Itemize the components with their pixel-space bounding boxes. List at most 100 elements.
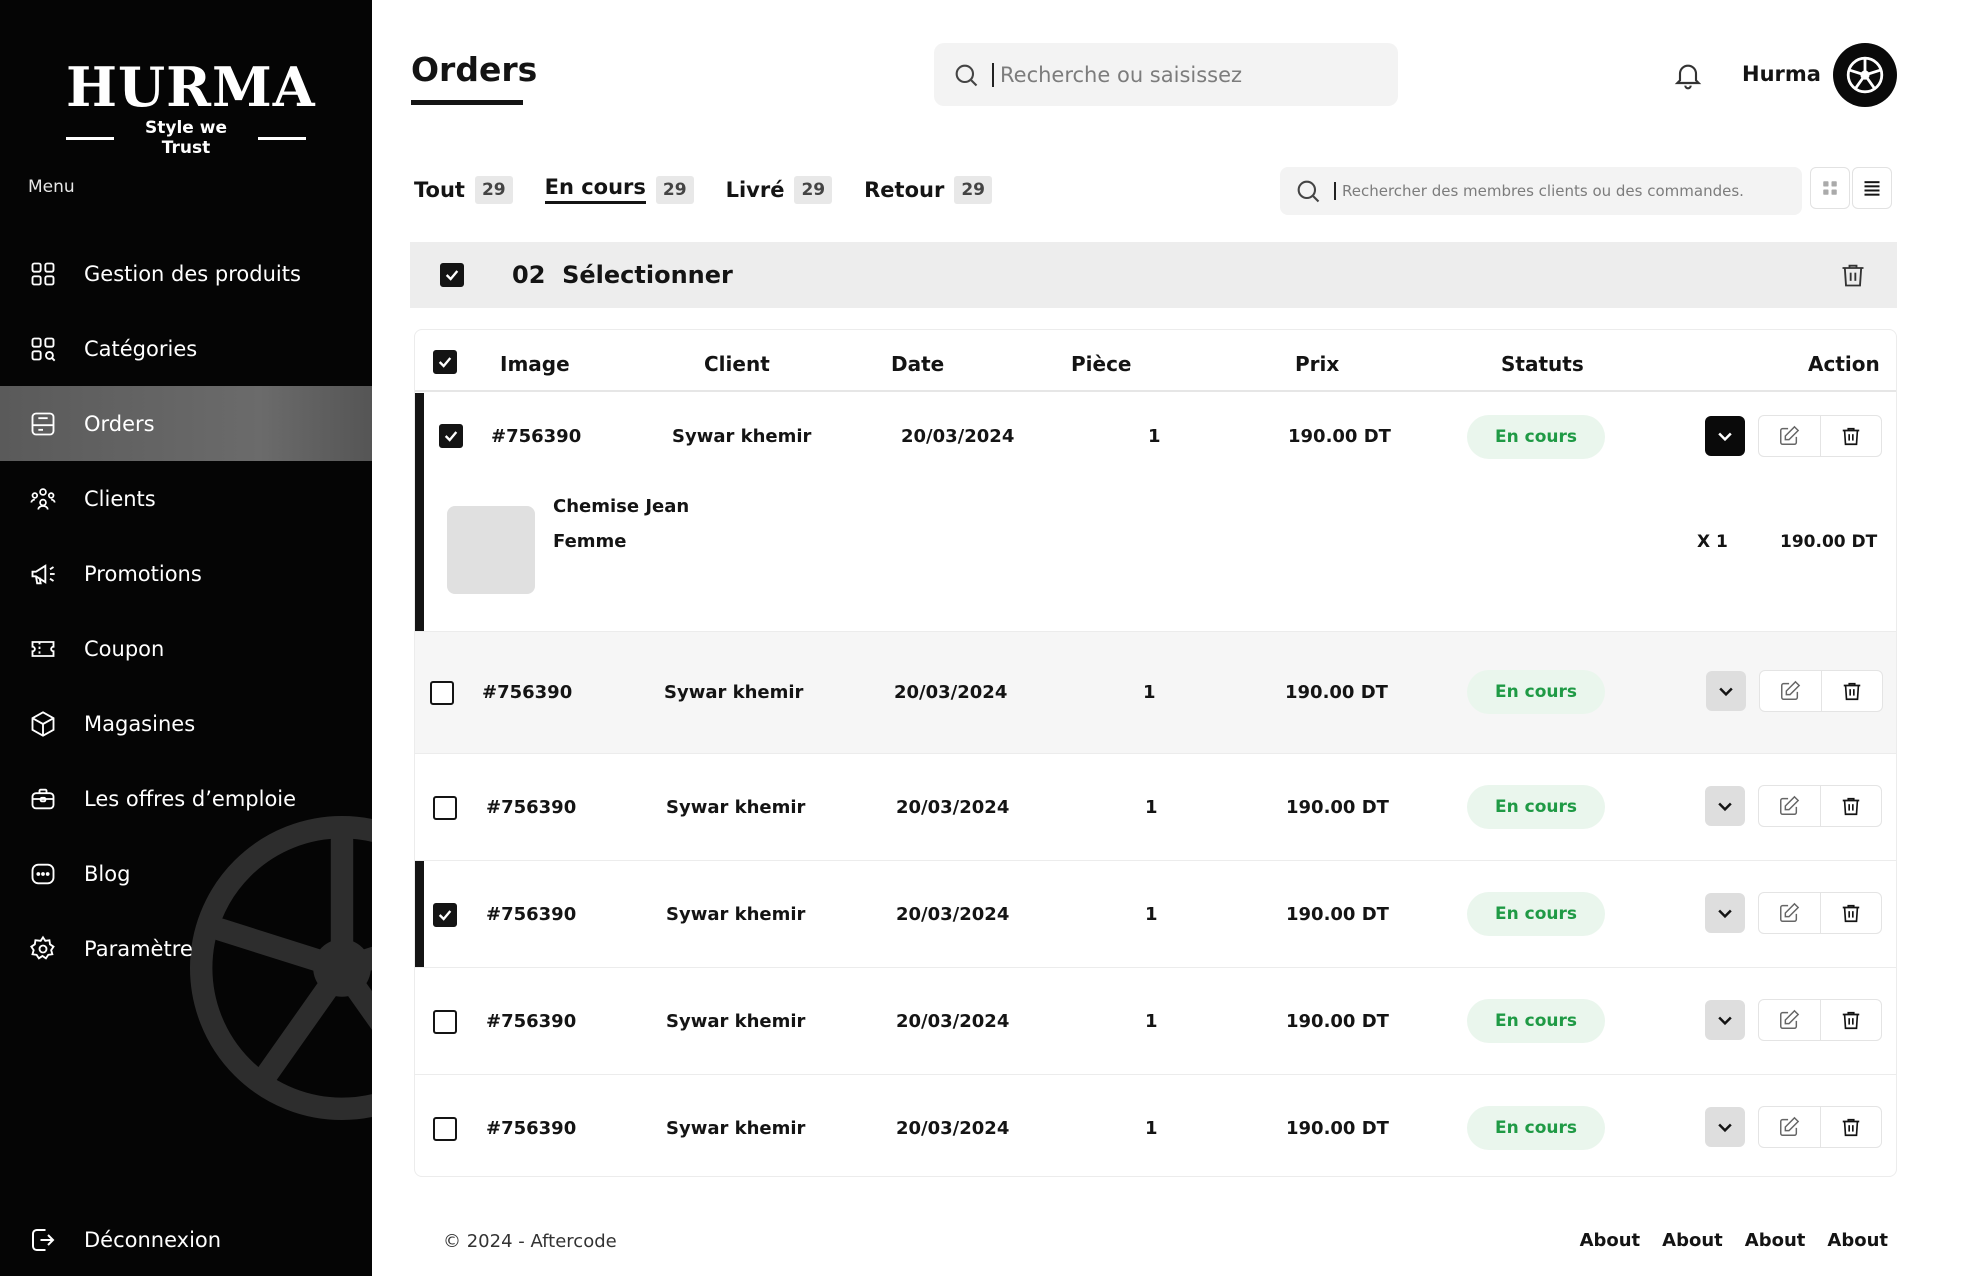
sidebar-item-label: Blog bbox=[84, 861, 131, 886]
orders-search[interactable] bbox=[1280, 167, 1802, 215]
edit-icon bbox=[1780, 425, 1800, 445]
row-checkbox[interactable] bbox=[430, 681, 454, 705]
row-actions bbox=[1758, 892, 1882, 934]
expand-button[interactable] bbox=[1705, 786, 1745, 826]
delete-button[interactable] bbox=[1819, 1107, 1881, 1147]
row-checkbox[interactable] bbox=[433, 903, 457, 927]
column-header[interactable]: Action bbox=[1808, 352, 1880, 376]
sidebar-item-clients[interactable]: Clients bbox=[0, 461, 372, 536]
delete-button[interactable] bbox=[1819, 893, 1881, 933]
sidebar-item-jobs[interactable]: Les offres d’emploie bbox=[0, 761, 372, 836]
user-name[interactable]: Hurma bbox=[1742, 62, 1821, 86]
sidebar-item-products[interactable]: Gestion des produits bbox=[0, 236, 372, 311]
expand-button[interactable] bbox=[1705, 1107, 1745, 1147]
edit-button[interactable] bbox=[1760, 671, 1821, 711]
sidebar-item-orders[interactable]: Orders bbox=[0, 386, 372, 461]
table-row[interactable]: #756390 Sywar khemir 20/03/2024 1 190.00… bbox=[415, 1075, 1896, 1177]
sidebar-item-label: Catégories bbox=[84, 336, 198, 361]
sidebar-item-stores[interactable]: Magasines bbox=[0, 686, 372, 761]
expand-button[interactable] bbox=[1705, 893, 1745, 933]
table-row[interactable]: #756390 Sywar khemir 20/03/2024 1 190.00… bbox=[415, 754, 1896, 861]
chat-icon bbox=[28, 859, 58, 889]
orders-search-input[interactable] bbox=[1334, 182, 1774, 200]
orders-icon bbox=[28, 409, 58, 439]
order-id[interactable]: #756390 bbox=[482, 682, 572, 703]
sidebar-nav: Gestion des produits Catégories Orders C… bbox=[0, 236, 372, 986]
edit-button[interactable] bbox=[1759, 1000, 1820, 1040]
order-price: 190.00 DT bbox=[1286, 904, 1389, 925]
list-view-button[interactable] bbox=[1852, 167, 1892, 209]
tab-returns[interactable]: Retour 29 bbox=[864, 175, 992, 204]
order-price: 190.00 DT bbox=[1285, 682, 1388, 703]
client-name: Sywar khemir bbox=[666, 1118, 806, 1139]
order-qty: 1 bbox=[1145, 797, 1158, 818]
delete-button[interactable] bbox=[1819, 1000, 1881, 1040]
column-header[interactable]: Prix bbox=[1295, 352, 1339, 376]
table-row[interactable]: #756390 Sywar khemir 20/03/2024 1 190.00… bbox=[415, 632, 1896, 754]
sidebar-item-promotions[interactable]: Promotions bbox=[0, 536, 372, 611]
column-header[interactable]: Image bbox=[500, 352, 570, 376]
order-price: 190.00 DT bbox=[1286, 1118, 1389, 1139]
brand-logo[interactable]: HURMA Style we Trust bbox=[66, 58, 315, 158]
global-search-input[interactable] bbox=[992, 62, 1372, 87]
grid-view-button[interactable] bbox=[1810, 167, 1850, 209]
row-actions bbox=[1759, 670, 1883, 712]
sidebar-item-coupon[interactable]: Coupon bbox=[0, 611, 372, 686]
row-checkbox[interactable] bbox=[433, 1010, 457, 1034]
global-search[interactable] bbox=[934, 43, 1398, 106]
order-id[interactable]: #756390 bbox=[491, 426, 581, 447]
order-id[interactable]: #756390 bbox=[486, 1011, 576, 1032]
expand-button[interactable] bbox=[1705, 416, 1745, 456]
order-id[interactable]: #756390 bbox=[486, 904, 576, 925]
check-icon bbox=[444, 431, 458, 442]
row-actions bbox=[1758, 999, 1882, 1041]
order-qty: 1 bbox=[1145, 1118, 1158, 1139]
edit-button[interactable] bbox=[1759, 786, 1820, 826]
selection-count: 02 Sélectionner bbox=[512, 261, 733, 289]
table-row[interactable]: #756390 Sywar khemir 20/03/2024 1 190.00… bbox=[415, 968, 1896, 1075]
sidebar-item-settings[interactable]: Paramètre bbox=[0, 911, 372, 986]
table-row[interactable]: #756390 Sywar khemir 20/03/2024 1 190.00… bbox=[415, 861, 1896, 968]
expand-button[interactable] bbox=[1706, 671, 1746, 711]
table-row[interactable]: #756390 Sywar khemir 20/03/2024 1 190.00… bbox=[415, 393, 1896, 632]
check-icon bbox=[438, 357, 452, 368]
sidebar-item-blog[interactable]: Blog bbox=[0, 836, 372, 911]
select-all-checkbox[interactable] bbox=[440, 263, 464, 287]
footer-link-about[interactable]: About bbox=[1745, 1230, 1806, 1251]
chevron-down-icon bbox=[1718, 909, 1732, 919]
column-header[interactable]: Client bbox=[704, 352, 770, 376]
sidebar-item-categories[interactable]: Catégories bbox=[0, 311, 372, 386]
delete-button[interactable] bbox=[1819, 416, 1881, 456]
order-id[interactable]: #756390 bbox=[486, 797, 576, 818]
order-id[interactable]: #756390 bbox=[486, 1118, 576, 1139]
column-header[interactable]: Date bbox=[891, 352, 944, 376]
tab-count: 29 bbox=[474, 175, 513, 204]
tab-all[interactable]: Tout 29 bbox=[414, 175, 513, 204]
tab-in-progress[interactable]: En cours 29 bbox=[544, 175, 694, 204]
logout-button[interactable]: Déconnexion bbox=[0, 1202, 372, 1276]
row-checkbox[interactable] bbox=[433, 1117, 457, 1141]
footer-link-about[interactable]: About bbox=[1662, 1230, 1723, 1251]
delete-button[interactable] bbox=[1819, 786, 1881, 826]
edit-button[interactable] bbox=[1759, 416, 1820, 456]
footer-copyright: © 2024 - Aftercode bbox=[443, 1231, 617, 1252]
avatar[interactable] bbox=[1833, 43, 1897, 107]
delete-button[interactable] bbox=[1820, 671, 1882, 711]
edit-button[interactable] bbox=[1759, 893, 1820, 933]
column-header[interactable]: Statuts bbox=[1501, 352, 1584, 376]
header-checkbox[interactable] bbox=[433, 350, 457, 374]
row-checkbox[interactable] bbox=[433, 796, 457, 820]
edit-button[interactable] bbox=[1759, 1107, 1820, 1147]
footer-link-about[interactable]: About bbox=[1827, 1230, 1888, 1251]
row-checkbox[interactable] bbox=[439, 424, 463, 448]
expand-button[interactable] bbox=[1705, 1000, 1745, 1040]
logout-label: Déconnexion bbox=[84, 1227, 222, 1252]
bulk-delete-button[interactable] bbox=[1839, 261, 1867, 293]
status-badge: En cours bbox=[1467, 415, 1605, 459]
tab-delivered[interactable]: Livré 29 bbox=[726, 175, 833, 204]
order-qty: 1 bbox=[1145, 904, 1158, 925]
footer-link-about[interactable]: About bbox=[1580, 1230, 1641, 1251]
order-date: 20/03/2024 bbox=[896, 797, 1010, 818]
column-header[interactable]: Pièce bbox=[1071, 352, 1132, 376]
bell-icon[interactable] bbox=[1672, 58, 1704, 92]
